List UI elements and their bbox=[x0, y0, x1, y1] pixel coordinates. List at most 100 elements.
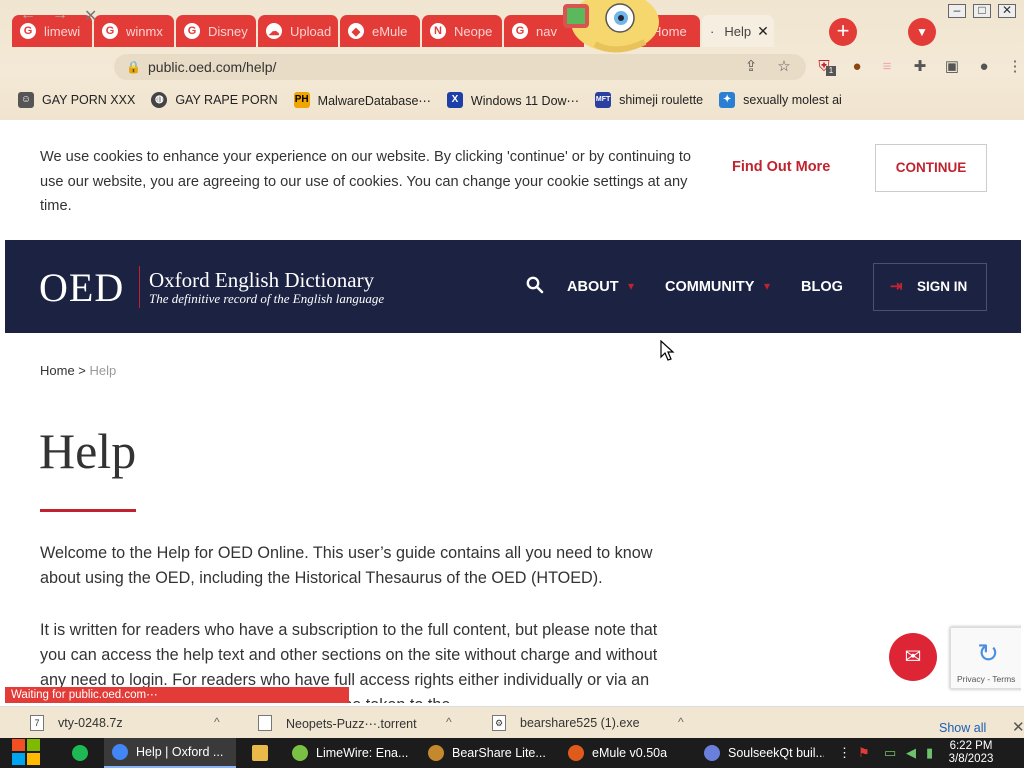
close-tab-icon[interactable]: ✕ bbox=[757, 23, 769, 40]
bookmark-label: MalwareDatabase⋯ bbox=[317, 93, 431, 108]
chevron-up-icon[interactable]: ^ bbox=[446, 715, 452, 729]
close-downloads-icon[interactable]: ✕ bbox=[1012, 718, 1024, 736]
profile-extension-icon[interactable]: ● bbox=[848, 58, 866, 76]
forward-icon[interactable]: → bbox=[52, 6, 68, 24]
bookmark-6[interactable]: ✦ sexually molest ai bbox=[719, 90, 842, 110]
taskbar-emule[interactable]: eMule v0.50a bbox=[560, 738, 690, 768]
web-page: We use cookies to enhance your experienc… bbox=[5, 120, 1021, 703]
profile-avatar-icon[interactable]: ● bbox=[975, 58, 993, 76]
download-item-1[interactable]: 7 vty-0248.7z ^ bbox=[30, 715, 220, 731]
taskbar-bearshare[interactable]: BearShare Lite... bbox=[420, 738, 548, 768]
extensions-puzzle-icon[interactable]: ✚ bbox=[911, 58, 929, 76]
tab-upload[interactable]: ☁ Upload bbox=[258, 15, 338, 47]
taskbar-limewire[interactable]: LimeWire: Ena... bbox=[284, 738, 408, 768]
tab-label: limewi bbox=[44, 23, 81, 39]
download-filename: vty-0248.7z bbox=[58, 716, 123, 730]
lock-icon[interactable]: 🔒 bbox=[126, 60, 141, 74]
site-name[interactable]: Oxford English Dictionary bbox=[149, 268, 374, 293]
emule-icon: ◆ bbox=[348, 23, 364, 39]
pride-extension-icon[interactable]: ≡ bbox=[878, 58, 896, 76]
download-filename: bearshare525 (1).exe bbox=[520, 716, 640, 730]
nav-community[interactable]: COMMUNITY bbox=[665, 279, 754, 295]
mouse-cursor-icon bbox=[660, 340, 675, 361]
file-icon bbox=[258, 715, 272, 731]
bookmark-label: shimeji roulette bbox=[619, 93, 704, 107]
intro-paragraph: Welcome to the Help for OED Online. This… bbox=[40, 544, 653, 587]
tab-help[interactable]: · Help ✕ bbox=[702, 15, 774, 47]
loading-icon: · bbox=[710, 23, 715, 39]
download-filename: Neopets-Puzz⋯.torrent bbox=[286, 716, 417, 731]
tray-app-icon[interactable]: ▮ bbox=[926, 745, 933, 761]
bookmark-3[interactable]: PH MalwareDatabase⋯ bbox=[293, 90, 431, 110]
taskbar-clock[interactable]: 6:22 PM 3/8/2023 bbox=[942, 740, 1000, 766]
url-text[interactable]: public.oed.com/help/ bbox=[148, 59, 276, 75]
new-tab-button[interactable]: + bbox=[829, 18, 857, 46]
shimeji-mascot-image[interactable] bbox=[555, 0, 663, 58]
tab-disney[interactable]: G Disney bbox=[176, 15, 256, 47]
action-center-flag-icon[interactable]: ⚑ bbox=[858, 745, 870, 761]
close-window-button[interactable]: ✕ bbox=[998, 4, 1016, 18]
continue-button[interactable]: CONTINUE bbox=[875, 144, 987, 192]
bookmark-1[interactable]: ☺ GAY PORN XXX bbox=[18, 90, 135, 110]
taskbar-label: LimeWire: Ena... bbox=[316, 746, 408, 760]
taskbar-soulseek[interactable]: SoulseekQt buil... bbox=[696, 738, 824, 768]
bookmark-label: Windows 11 Dow⋯ bbox=[470, 93, 580, 108]
menu-kebab-icon[interactable]: ⋮ bbox=[1006, 58, 1024, 76]
nav-about[interactable]: ABOUT bbox=[567, 279, 619, 295]
side-panel-icon[interactable]: ▣ bbox=[943, 58, 961, 76]
google-icon: G bbox=[102, 23, 118, 39]
chevron-down-icon[interactable]: ▾ bbox=[628, 279, 634, 293]
tab-label: Neope bbox=[454, 23, 493, 39]
back-icon[interactable]: ← bbox=[20, 6, 36, 24]
status-bubble: Waiting for public.oed.com⋯ bbox=[5, 687, 349, 703]
tab-label: Disney bbox=[208, 23, 248, 39]
recaptcha-links[interactable]: Privacy - Terms bbox=[957, 674, 1015, 684]
tab-neopets[interactable]: N Neope bbox=[422, 15, 502, 47]
sign-in-button[interactable]: ⇥ SIGN IN bbox=[873, 263, 987, 311]
oed-logo[interactable]: OED bbox=[39, 264, 124, 311]
sign-in-label: SIGN IN bbox=[917, 279, 968, 294]
volume-icon[interactable]: ◀ bbox=[906, 745, 916, 761]
chevron-down-icon[interactable]: ▾ bbox=[764, 279, 770, 293]
ai-icon: ✦ bbox=[719, 92, 736, 108]
windows-start-icon[interactable] bbox=[10, 737, 42, 767]
network-icon[interactable]: ▭ bbox=[884, 745, 896, 761]
stop-loading-icon[interactable]: ✕ bbox=[84, 6, 97, 26]
taskbar-chrome[interactable]: Help | Oxford ... bbox=[104, 738, 236, 768]
breadcrumb: Home > Help bbox=[40, 363, 116, 378]
maximize-button[interactable]: □ bbox=[973, 4, 991, 18]
bookmark-star-icon[interactable]: ☆ bbox=[775, 58, 793, 76]
neopets-icon: N bbox=[430, 23, 446, 39]
tab-emule[interactable]: ◆ eMule bbox=[340, 15, 420, 47]
download-item-3[interactable]: ⚙ bearshare525 (1).exe ^ bbox=[492, 715, 684, 731]
globe-icon: ◍ bbox=[151, 92, 168, 108]
mft-icon: MFT bbox=[595, 92, 612, 108]
bookmark-5[interactable]: MFT shimeji roulette bbox=[595, 90, 703, 110]
download-item-2[interactable]: Neopets-Puzz⋯.torrent ^ bbox=[258, 715, 452, 731]
clock-date: 3/8/2023 bbox=[948, 753, 994, 765]
minimize-button[interactable]: – bbox=[948, 4, 966, 18]
taskbar-spotify[interactable] bbox=[64, 738, 98, 768]
share-icon[interactable]: ⇪ bbox=[742, 58, 760, 76]
bookmark-2[interactable]: ◍ GAY RAPE PORN bbox=[151, 90, 278, 110]
bookmark-4[interactable]: X Windows 11 Dow⋯ bbox=[446, 90, 580, 110]
tab-search-button[interactable]: ▼ bbox=[908, 18, 936, 46]
recaptcha-icon: ↻ bbox=[977, 638, 999, 668]
contact-mail-button[interactable]: ✉ bbox=[889, 633, 937, 681]
title-underline bbox=[40, 509, 136, 512]
search-icon[interactable] bbox=[526, 276, 544, 294]
breadcrumb-home[interactable]: Home bbox=[40, 363, 75, 378]
bookmark-label: sexually molest ai bbox=[743, 93, 842, 107]
recaptcha-badge[interactable]: ↻ Privacy - Terms bbox=[950, 627, 1021, 689]
taskbar-file-explorer[interactable] bbox=[244, 738, 278, 768]
chevron-up-icon[interactable]: ^ bbox=[678, 715, 684, 729]
nav-blog[interactable]: BLOG bbox=[801, 279, 843, 295]
tab-winmx[interactable]: Gwinmx bbox=[94, 15, 174, 47]
breadcrumb-separator: > bbox=[74, 363, 90, 378]
emule-icon bbox=[568, 745, 584, 761]
tray-overflow-icon[interactable]: ⋮ bbox=[838, 745, 851, 761]
show-all-downloads-link[interactable]: Show all bbox=[939, 721, 986, 735]
taskbar-label: eMule v0.50a bbox=[592, 746, 668, 760]
chevron-up-icon[interactable]: ^ bbox=[214, 715, 220, 729]
find-out-more-link[interactable]: Find Out More bbox=[732, 159, 830, 175]
